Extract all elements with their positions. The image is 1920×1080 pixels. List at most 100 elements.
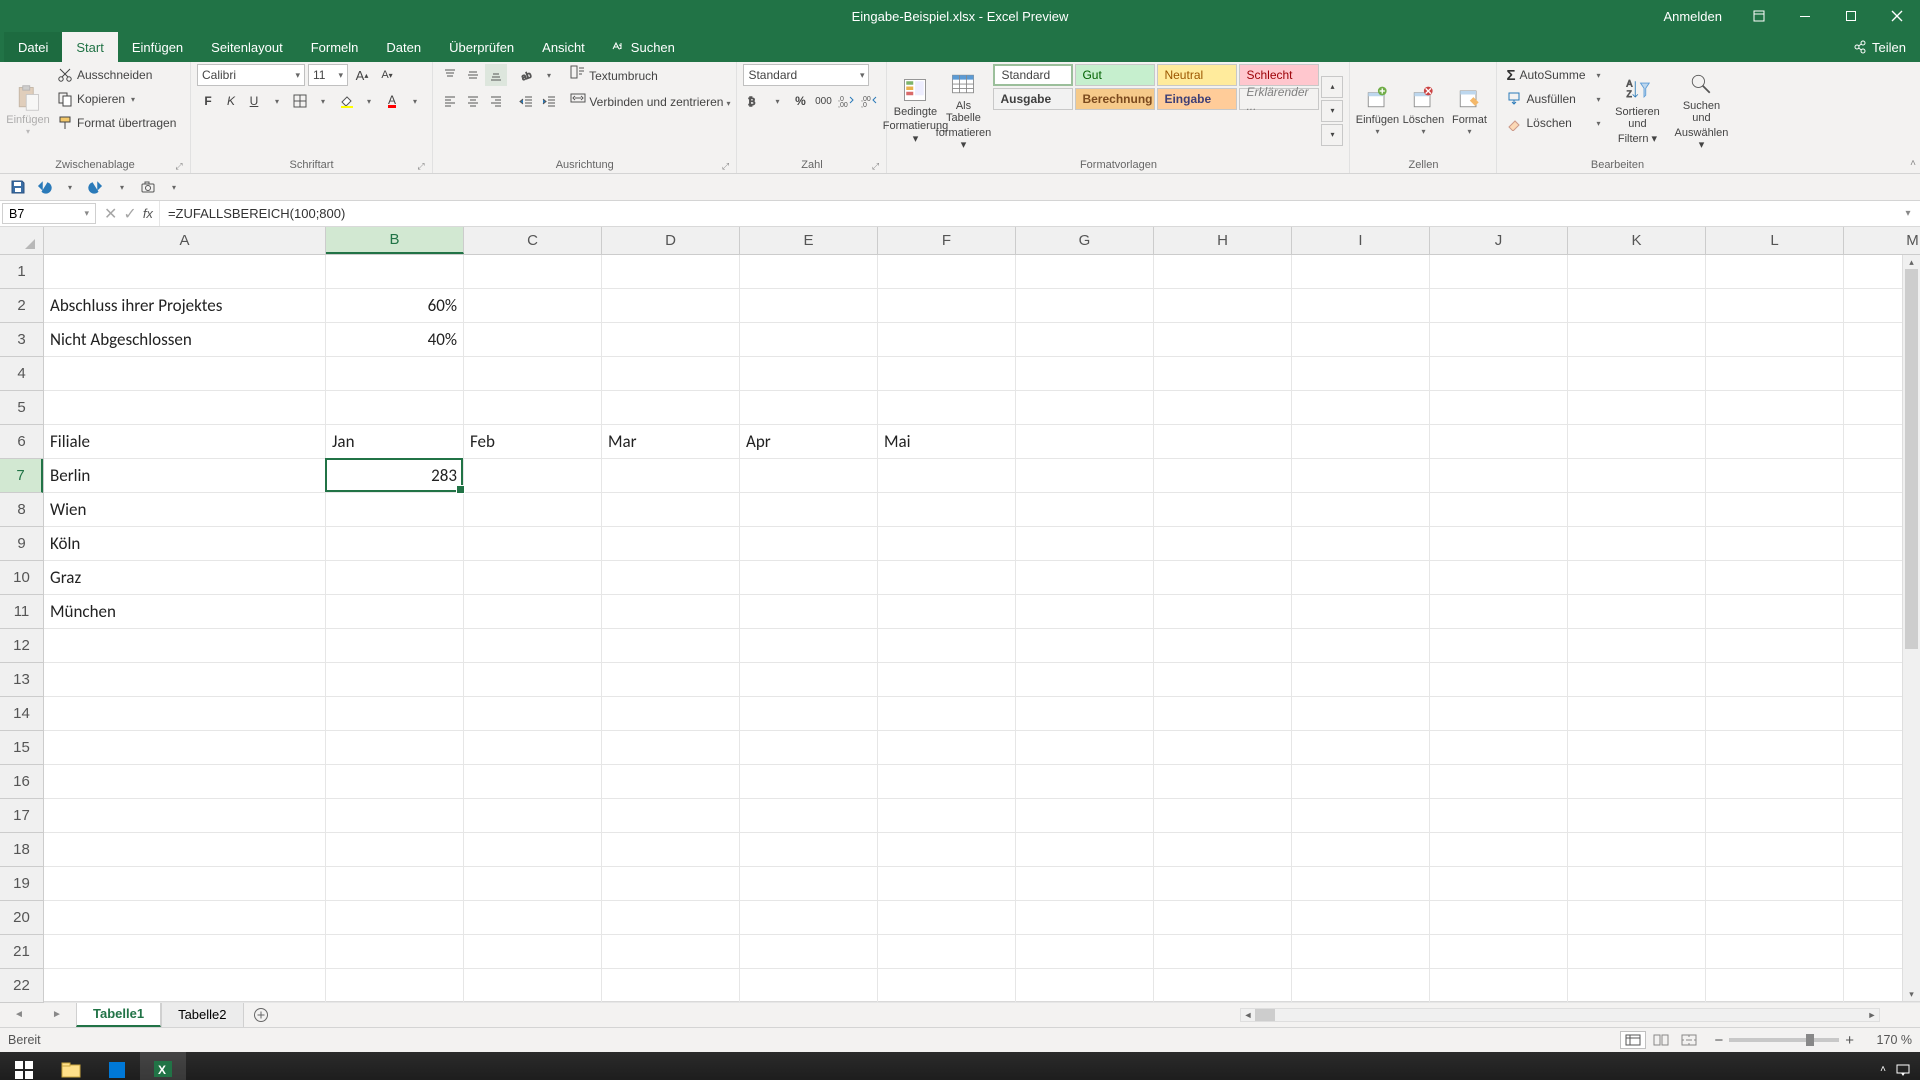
column-header[interactable]: M [1844,227,1920,254]
cell[interactable] [326,969,464,1003]
cell[interactable] [44,935,326,969]
cell[interactable] [1706,459,1844,493]
align-right-icon[interactable] [485,90,507,112]
cell[interactable] [1706,867,1844,901]
cell[interactable] [1154,799,1292,833]
horizontal-scroll-thumb[interactable] [1255,1009,1275,1021]
horizontal-scrollbar[interactable]: ◄ ► [1240,1008,1880,1022]
cell[interactable] [326,731,464,765]
cell[interactable] [1154,765,1292,799]
insert-function-icon[interactable]: fx [143,206,153,221]
column-header[interactable]: I [1292,227,1430,254]
align-middle-icon[interactable] [462,64,484,86]
cell[interactable]: Mar [602,425,740,459]
cell[interactable] [1568,459,1706,493]
cell[interactable] [602,595,740,629]
cell[interactable] [1706,357,1844,391]
cell[interactable] [1706,799,1844,833]
row-header[interactable]: 5 [0,391,43,425]
cell[interactable] [740,561,878,595]
cell[interactable] [740,935,878,969]
cell[interactable] [740,595,878,629]
cell[interactable] [464,289,602,323]
cell[interactable]: Mai [878,425,1016,459]
cell[interactable]: 60% [326,289,464,323]
column-header[interactable]: L [1706,227,1844,254]
cell[interactable] [464,799,602,833]
cell[interactable] [326,527,464,561]
view-page-layout-icon[interactable] [1648,1031,1674,1049]
cell[interactable] [1430,289,1568,323]
cell[interactable] [1430,425,1568,459]
cell[interactable]: Apr [740,425,878,459]
tab-page-layout[interactable]: Seitenlayout [197,32,297,62]
cell[interactable] [878,323,1016,357]
cell[interactable] [1016,289,1154,323]
cell[interactable] [1706,425,1844,459]
cell-style-input[interactable]: Eingabe [1157,88,1237,110]
cell[interactable] [1016,357,1154,391]
cell[interactable] [1430,527,1568,561]
row-header[interactable]: 12 [0,629,43,663]
cell[interactable] [1568,527,1706,561]
cell[interactable] [602,765,740,799]
cell[interactable] [1292,731,1430,765]
cell[interactable] [602,833,740,867]
cell[interactable] [878,561,1016,595]
cell[interactable] [1016,391,1154,425]
cell[interactable] [878,527,1016,561]
font-color-menu-icon[interactable]: ▾ [404,90,426,112]
cell[interactable] [1568,697,1706,731]
cell[interactable] [326,391,464,425]
cell[interactable] [326,493,464,527]
cell[interactable] [1154,255,1292,289]
column-header[interactable]: E [740,227,878,254]
cell[interactable] [1568,663,1706,697]
tray-chevron-icon[interactable]: ˄ [1880,1064,1886,1075]
underline-menu-icon[interactable]: ▾ [266,90,288,112]
cell[interactable] [1430,255,1568,289]
cell[interactable] [1154,425,1292,459]
cell[interactable] [1568,731,1706,765]
cell[interactable] [602,323,740,357]
cell[interactable] [1430,493,1568,527]
cell[interactable] [1568,901,1706,935]
cell[interactable] [1154,833,1292,867]
ribbon-display-options-icon[interactable] [1736,0,1782,32]
cell[interactable] [602,289,740,323]
cell[interactable] [1016,935,1154,969]
format-as-table-button[interactable]: Als Tabelle formatieren ▾ [941,64,985,157]
tell-me-search[interactable]: Suchen [599,32,687,62]
cell[interactable] [1430,561,1568,595]
cell[interactable] [1706,969,1844,1003]
row-header[interactable]: 22 [0,969,43,1003]
cell[interactable] [464,561,602,595]
cell[interactable] [1016,663,1154,697]
taskbar-file-explorer[interactable] [48,1052,94,1080]
cell[interactable] [44,867,326,901]
cell-style-good[interactable]: Gut [1075,64,1155,86]
autosum-button[interactable]: Σ AutoSumme▾ [1503,64,1603,86]
cell[interactable] [1292,357,1430,391]
undo-menu-icon[interactable]: ▾ [58,176,82,198]
cell[interactable] [1568,833,1706,867]
cell[interactable] [1430,969,1568,1003]
cell[interactable] [878,289,1016,323]
cell[interactable] [1292,561,1430,595]
cell[interactable] [464,391,602,425]
borders-menu-icon[interactable]: ▾ [312,90,334,112]
styles-scroll-down-icon[interactable]: ▾ [1321,100,1343,122]
fill-button[interactable]: Ausfüllen▾ [1503,88,1603,110]
cell[interactable] [1430,459,1568,493]
cell[interactable] [1154,867,1292,901]
cell[interactable] [740,969,878,1003]
cell[interactable] [1016,833,1154,867]
cell[interactable] [1430,323,1568,357]
cell-style-neutral[interactable]: Neutral [1157,64,1237,86]
align-center-icon[interactable] [462,90,484,112]
row-header[interactable]: 18 [0,833,43,867]
zoom-out-icon[interactable]: − [1714,1032,1723,1049]
cell[interactable] [1154,663,1292,697]
cell[interactable] [1706,629,1844,663]
increase-font-icon[interactable]: A▴ [351,64,373,86]
